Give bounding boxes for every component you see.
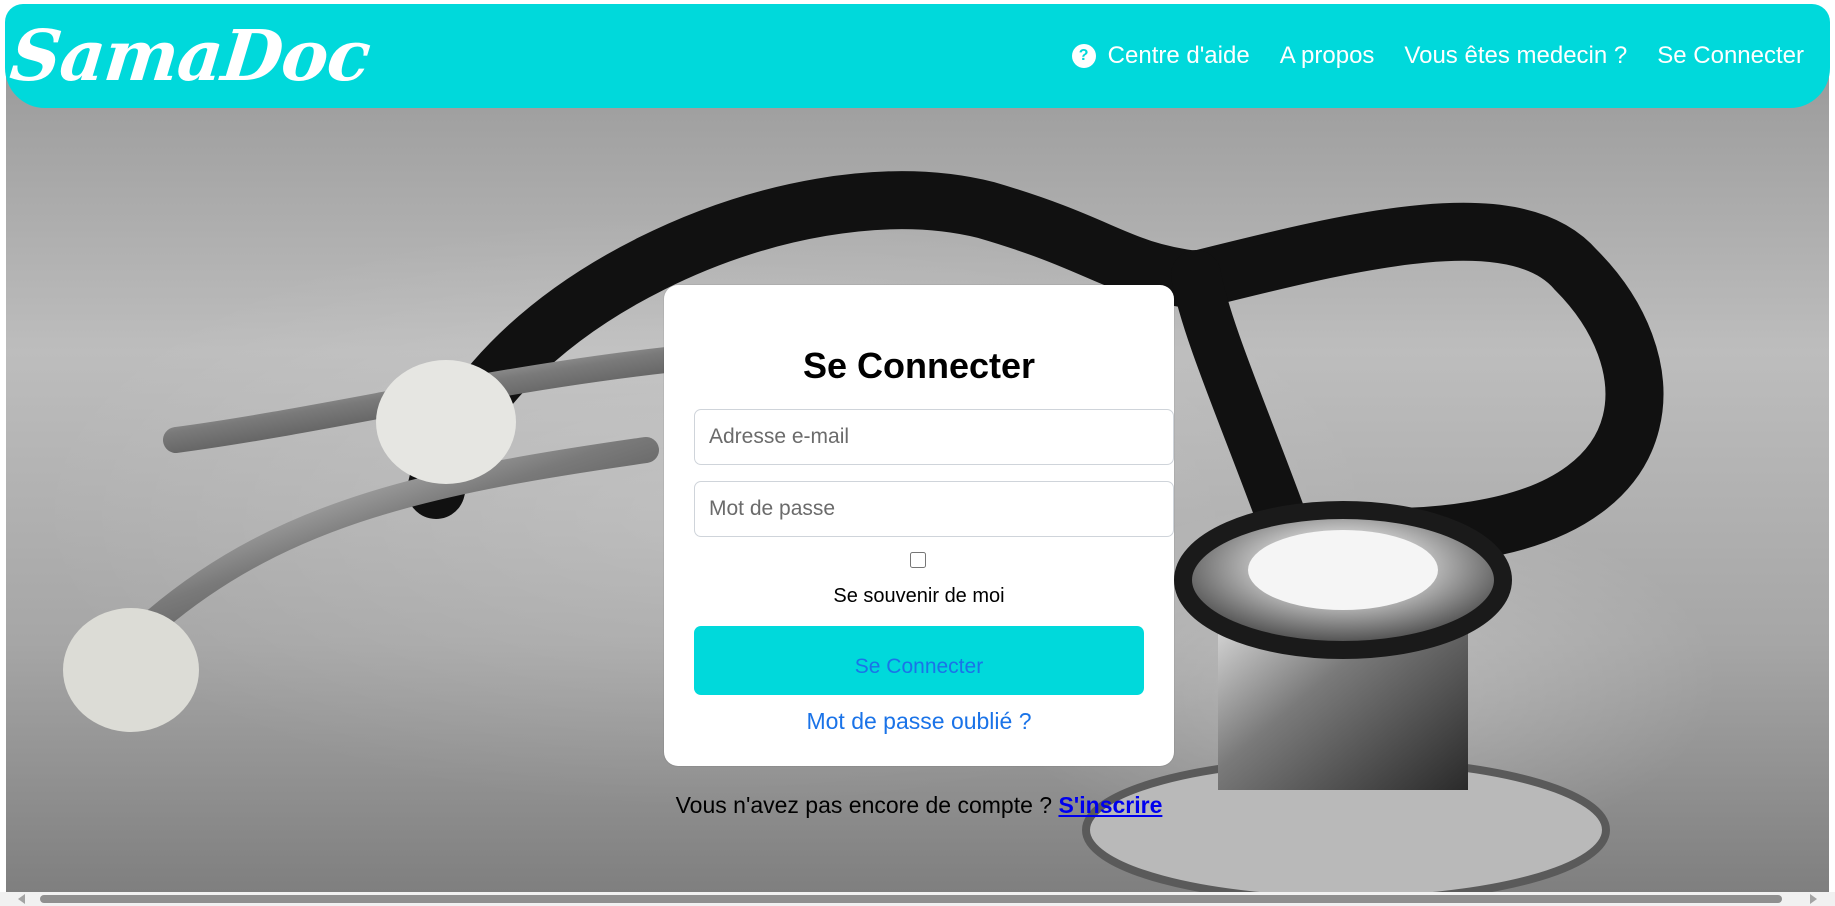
signup-row: Vous n'avez pas encore de compte ? S'ins… bbox=[664, 792, 1174, 819]
nav-doctor[interactable]: Vous êtes medecin ? bbox=[1404, 42, 1627, 70]
nav-about-label: A propos bbox=[1279, 42, 1375, 69]
brand-logo[interactable]: SamaDoc bbox=[6, 10, 374, 100]
login-title: Se Connecter bbox=[802, 345, 1036, 386]
nav-help-center-label: Centre d'aide bbox=[1107, 42, 1250, 69]
scroll-left-arrow-icon[interactable] bbox=[18, 894, 25, 904]
horizontal-scrollbar[interactable] bbox=[0, 892, 1835, 906]
nav-login[interactable]: Se Connecter bbox=[1657, 42, 1804, 70]
signup-prompt: Vous n'avez pas encore de compte ? bbox=[675, 792, 1059, 818]
page: SamaDoc ? Centre d'aide A propos Vous êt… bbox=[0, 0, 1835, 906]
scroll-right-arrow-icon[interactable] bbox=[1810, 894, 1817, 904]
signup-link[interactable]: S'inscrire bbox=[1058, 792, 1162, 818]
remember-me-label: Se souvenir de moi bbox=[833, 585, 1005, 607]
nav-doctor-label: Vous êtes medecin ? bbox=[1404, 42, 1628, 69]
nav-links: ? Centre d'aide A propos Vous êtes medec… bbox=[1071, 4, 1804, 108]
forgot-password-link[interactable]: Mot de passe oublié ? bbox=[664, 708, 1174, 735]
nav-help-center[interactable]: ? Centre d'aide bbox=[1071, 42, 1250, 70]
top-navbar: SamaDoc ? Centre d'aide A propos Vous êt… bbox=[5, 4, 1830, 108]
nav-login-label: Se Connecter bbox=[1657, 42, 1804, 69]
question-circle-icon: ? bbox=[1071, 44, 1096, 68]
scrollbar-thumb[interactable] bbox=[40, 895, 1782, 903]
login-card: Se Connecter Se souvenir de moi Se Conne… bbox=[664, 285, 1174, 766]
remember-me-checkbox[interactable] bbox=[910, 552, 926, 568]
login-submit-button[interactable]: Se Connecter bbox=[694, 626, 1144, 695]
email-input[interactable] bbox=[694, 409, 1174, 465]
nav-about[interactable]: A propos bbox=[1280, 42, 1375, 70]
password-input[interactable] bbox=[694, 481, 1174, 537]
